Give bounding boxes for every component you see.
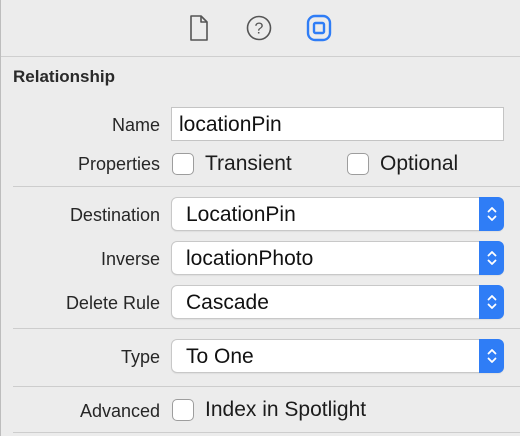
chevron-updown-icon — [479, 339, 504, 373]
chevron-updown-icon — [479, 241, 504, 275]
advanced-label: Advanced — [79, 401, 160, 421]
destination-select[interactable]: LocationPin — [171, 197, 504, 231]
divider — [13, 386, 520, 387]
transient-checkbox[interactable] — [172, 153, 194, 175]
delete-rule-value: Cascade — [186, 291, 269, 314]
section-title: Relationship — [13, 67, 116, 86]
file-inspector-icon[interactable] — [185, 13, 213, 43]
divider — [13, 186, 520, 187]
chevron-updown-icon — [479, 285, 504, 319]
type-value: To One — [186, 345, 254, 368]
delete-rule-label: Delete Rule — [65, 293, 160, 313]
divider — [13, 328, 520, 329]
inverse-value: locationPhoto — [186, 247, 314, 270]
divider — [13, 432, 520, 433]
index-spotlight-label: Index in Spotlight — [205, 398, 367, 421]
transient-label: Transient — [205, 152, 292, 175]
inspector-toolbar: ? — [1, 0, 520, 56]
index-spotlight-checkbox[interactable] — [172, 399, 194, 421]
properties-label: Properties — [77, 154, 160, 174]
name-label: Name — [111, 115, 160, 135]
inverse-label: Inverse — [100, 249, 160, 269]
panel-left-border — [0, 0, 1, 436]
name-field[interactable] — [171, 107, 504, 141]
optional-label: Optional — [380, 152, 459, 175]
inverse-select[interactable]: locationPhoto — [171, 241, 504, 275]
data-model-inspector-icon[interactable] — [305, 13, 333, 43]
quick-help-icon[interactable]: ? — [245, 13, 273, 43]
type-select[interactable]: To One — [171, 339, 504, 373]
destination-label: Destination — [69, 205, 160, 225]
delete-rule-select[interactable]: Cascade — [171, 285, 504, 319]
toolbar-divider — [1, 56, 520, 57]
destination-value: LocationPin — [186, 203, 296, 226]
svg-text:?: ? — [255, 21, 264, 38]
chevron-updown-icon — [479, 197, 504, 231]
optional-checkbox[interactable] — [347, 153, 369, 175]
type-label: Type — [120, 347, 160, 367]
